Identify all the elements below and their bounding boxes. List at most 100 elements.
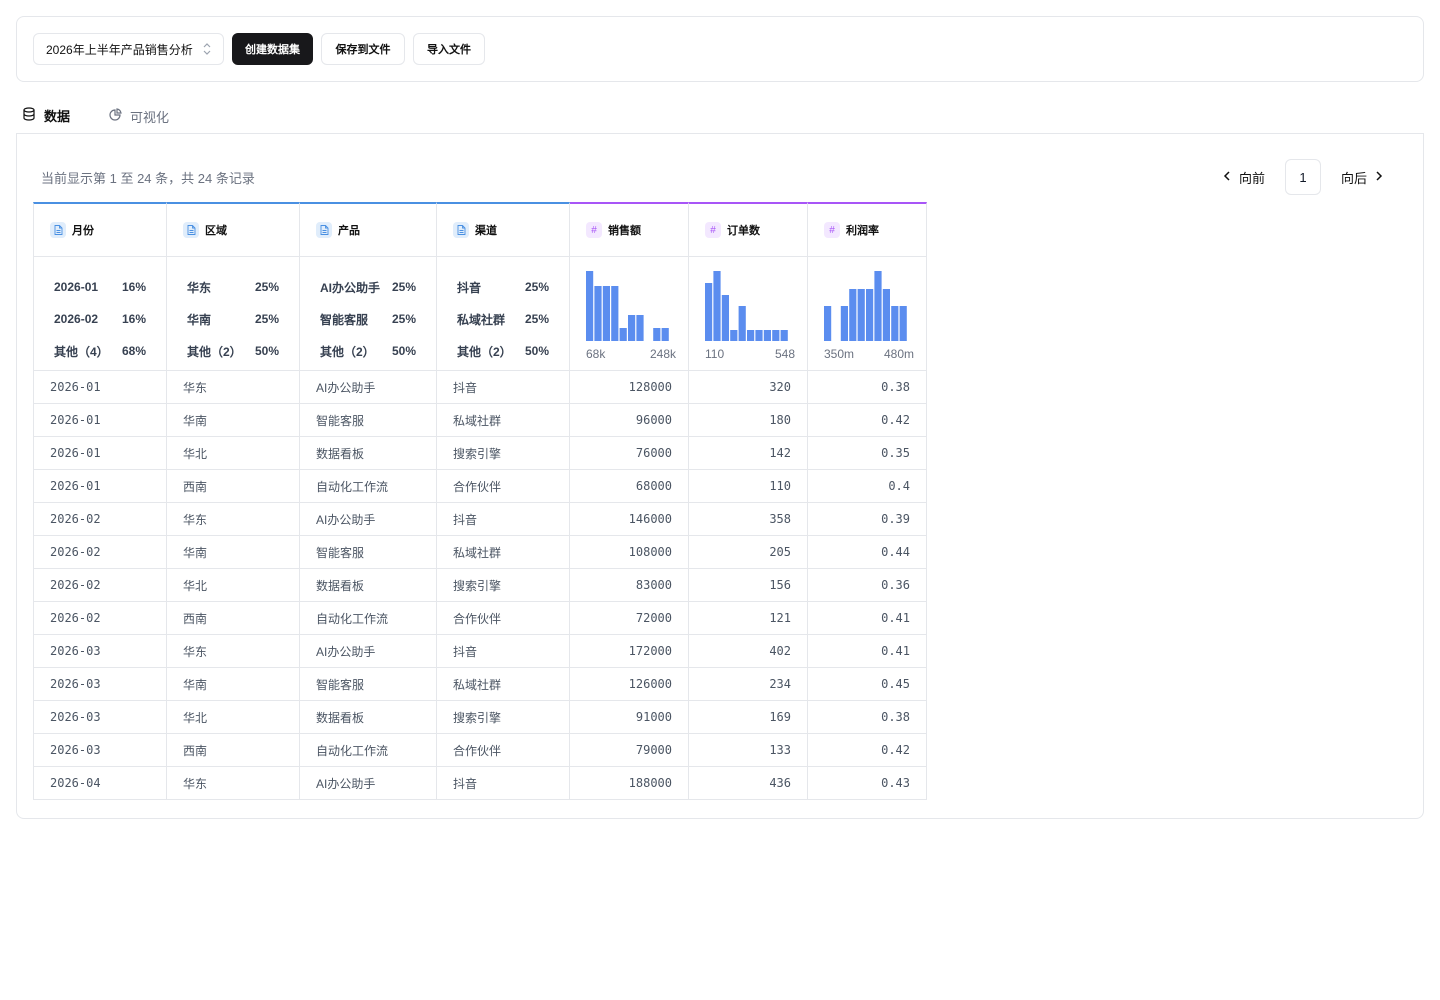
- cell-channel[interactable]: 私域社群: [437, 668, 570, 701]
- cell-month[interactable]: 2026-02: [33, 503, 167, 536]
- cell-sales[interactable]: 126000: [570, 668, 689, 701]
- histogram-bar[interactable]: [661, 328, 669, 341]
- cell-orders[interactable]: 110: [689, 470, 808, 503]
- tab-visualization[interactable]: 可视化: [102, 98, 175, 135]
- column-header-margin[interactable]: # 利润率: [808, 202, 927, 257]
- cell-channel[interactable]: 合作伙伴: [437, 602, 570, 635]
- cell-product[interactable]: 数据看板: [300, 437, 437, 470]
- table-row[interactable]: 2026-02 西南 自动化工作流 合作伙伴 72000 121 0.41: [33, 602, 928, 635]
- cell-channel[interactable]: 合作伙伴: [437, 734, 570, 767]
- histogram-bar[interactable]: [611, 286, 619, 341]
- cell-product[interactable]: 数据看板: [300, 701, 437, 734]
- cell-margin[interactable]: 0.42: [808, 734, 927, 767]
- cell-product[interactable]: 自动化工作流: [300, 602, 437, 635]
- save-to-file-button[interactable]: 保存到文件: [321, 33, 405, 65]
- cell-sales[interactable]: 108000: [570, 536, 689, 569]
- cell-orders[interactable]: 133: [689, 734, 808, 767]
- histogram-bar[interactable]: [866, 289, 874, 341]
- cell-product[interactable]: AI办公助手: [300, 635, 437, 668]
- table-row[interactable]: 2026-04 华东 AI办公助手 抖音 188000 436 0.43: [33, 767, 928, 800]
- cell-orders[interactable]: 180: [689, 404, 808, 437]
- cell-month[interactable]: 2026-03: [33, 668, 167, 701]
- histogram-bar[interactable]: [849, 289, 857, 341]
- histogram-bar[interactable]: [619, 328, 627, 341]
- cell-margin[interactable]: 0.41: [808, 602, 927, 635]
- cell-orders[interactable]: 205: [689, 536, 808, 569]
- cell-region[interactable]: 华东: [167, 635, 300, 668]
- cell-orders[interactable]: 234: [689, 668, 808, 701]
- cell-orders[interactable]: 156: [689, 569, 808, 602]
- table-row[interactable]: 2026-02 华北 数据看板 搜索引擎 83000 156 0.36: [33, 569, 928, 602]
- table-row[interactable]: 2026-03 西南 自动化工作流 合作伙伴 79000 133 0.42: [33, 734, 928, 767]
- cell-orders[interactable]: 320: [689, 371, 808, 404]
- cell-region[interactable]: 西南: [167, 734, 300, 767]
- cell-margin[interactable]: 0.4: [808, 470, 927, 503]
- histogram-bar[interactable]: [899, 306, 907, 341]
- histogram-bar[interactable]: [721, 295, 729, 341]
- cell-region[interactable]: 华东: [167, 503, 300, 536]
- histogram-bar[interactable]: [882, 289, 890, 341]
- cell-region[interactable]: 华东: [167, 767, 300, 800]
- cell-sales[interactable]: 76000: [570, 437, 689, 470]
- column-header-channel[interactable]: 渠道: [437, 202, 570, 257]
- cell-product[interactable]: AI办公助手: [300, 371, 437, 404]
- table-row[interactable]: 2026-01 西南 自动化工作流 合作伙伴 68000 110 0.4: [33, 470, 928, 503]
- cell-month[interactable]: 2026-02: [33, 569, 167, 602]
- cell-channel[interactable]: 搜索引擎: [437, 701, 570, 734]
- histogram-bar[interactable]: [586, 271, 594, 341]
- cell-product[interactable]: 智能客服: [300, 668, 437, 701]
- histogram-bar[interactable]: [780, 330, 788, 341]
- table-row[interactable]: 2026-01 华东 AI办公助手 抖音 128000 320 0.38: [33, 371, 928, 404]
- cell-margin[interactable]: 0.45: [808, 668, 927, 701]
- histogram-bar[interactable]: [857, 289, 865, 341]
- page-number-button[interactable]: 1: [1284, 159, 1321, 195]
- cell-region[interactable]: 华东: [167, 371, 300, 404]
- cell-month[interactable]: 2026-03: [33, 734, 167, 767]
- cell-product[interactable]: 数据看板: [300, 569, 437, 602]
- histogram-bar[interactable]: [824, 306, 832, 341]
- table-row[interactable]: 2026-02 华南 智能客服 私域社群 108000 205 0.44: [33, 536, 928, 569]
- import-file-button[interactable]: 导入文件: [413, 33, 485, 65]
- histogram-bar[interactable]: [772, 330, 780, 341]
- cell-margin[interactable]: 0.42: [808, 404, 927, 437]
- cell-channel[interactable]: 搜索引擎: [437, 437, 570, 470]
- cell-channel[interactable]: 私域社群: [437, 404, 570, 437]
- table-row[interactable]: 2026-02 华东 AI办公助手 抖音 146000 358 0.39: [33, 503, 928, 536]
- cell-orders[interactable]: 358: [689, 503, 808, 536]
- column-header-region[interactable]: 区域: [167, 202, 300, 257]
- histogram-bar[interactable]: [891, 306, 899, 341]
- cell-month[interactable]: 2026-01: [33, 470, 167, 503]
- column-header-product[interactable]: 产品: [300, 202, 437, 257]
- cell-channel[interactable]: 抖音: [437, 503, 570, 536]
- histogram-bar[interactable]: [738, 306, 746, 341]
- cell-product[interactable]: AI办公助手: [300, 503, 437, 536]
- cell-month[interactable]: 2026-03: [33, 701, 167, 734]
- cell-month[interactable]: 2026-01: [33, 404, 167, 437]
- histogram-bar[interactable]: [763, 330, 771, 341]
- histogram-bar[interactable]: [840, 306, 848, 341]
- histogram-bar[interactable]: [636, 315, 644, 341]
- cell-channel[interactable]: 抖音: [437, 371, 570, 404]
- create-dataset-button[interactable]: 创建数据集: [232, 33, 313, 65]
- cell-margin[interactable]: 0.44: [808, 536, 927, 569]
- column-header-month[interactable]: 月份: [33, 202, 167, 257]
- cell-margin[interactable]: 0.38: [808, 371, 927, 404]
- cell-sales[interactable]: 172000: [570, 635, 689, 668]
- histogram-bar[interactable]: [730, 330, 738, 341]
- column-header-sales[interactable]: # 销售额: [570, 202, 689, 257]
- cell-region[interactable]: 华北: [167, 437, 300, 470]
- histogram-bar[interactable]: [874, 271, 882, 341]
- cell-channel[interactable]: 私域社群: [437, 536, 570, 569]
- cell-product[interactable]: 智能客服: [300, 536, 437, 569]
- dataset-select[interactable]: 2026年上半年产品销售分析: [33, 33, 224, 65]
- column-header-orders[interactable]: # 订单数: [689, 202, 808, 257]
- cell-sales[interactable]: 83000: [570, 569, 689, 602]
- cell-margin[interactable]: 0.43: [808, 767, 927, 800]
- cell-margin[interactable]: 0.38: [808, 701, 927, 734]
- cell-margin[interactable]: 0.36: [808, 569, 927, 602]
- cell-sales[interactable]: 79000: [570, 734, 689, 767]
- cell-channel[interactable]: 抖音: [437, 635, 570, 668]
- cell-month[interactable]: 2026-01: [33, 371, 167, 404]
- histogram-bar[interactable]: [628, 315, 636, 341]
- cell-channel[interactable]: 抖音: [437, 767, 570, 800]
